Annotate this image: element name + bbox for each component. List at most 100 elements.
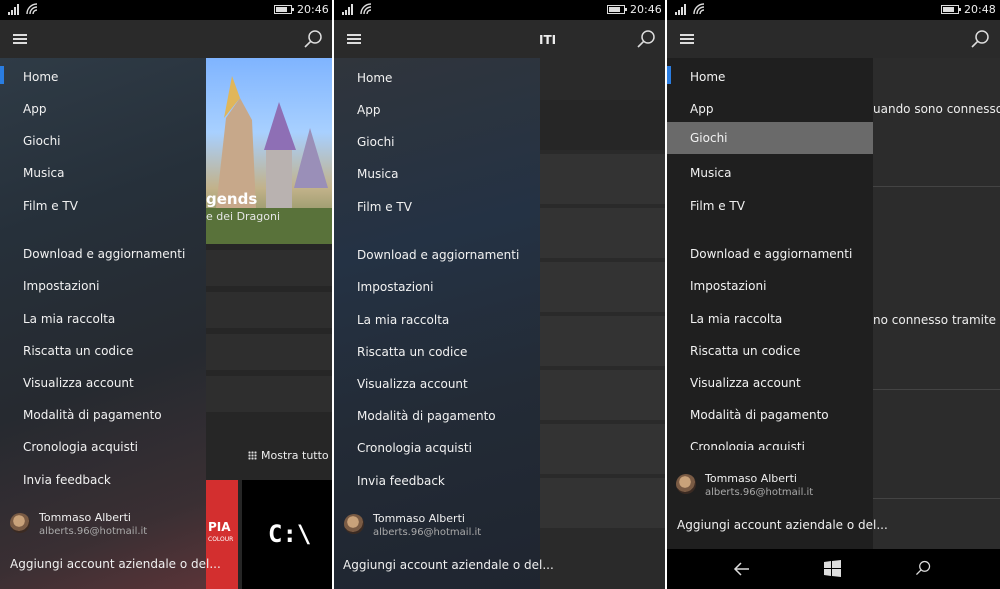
menu-item-downloads[interactable]: Download e aggiornamenti <box>0 239 206 269</box>
app-tile-paint[interactable]: PIA COLOUR <box>206 480 238 589</box>
menu-item-collection[interactable]: La mia raccolta <box>0 304 206 334</box>
content-row[interactable] <box>540 316 665 366</box>
windows-start-icon[interactable] <box>824 560 841 577</box>
top-bar <box>0 20 332 58</box>
divider <box>873 498 1000 499</box>
menu-item-payment[interactable]: Modalità di pagamento <box>667 400 873 430</box>
navigation-pane: Home App Giochi Musica Film e TV Downloa… <box>667 58 888 549</box>
account-email: alberts.96@hotmail.it <box>39 526 148 537</box>
menu-item-musica[interactable]: Musica <box>0 158 206 188</box>
account-name: Tommaso Alberti <box>373 512 465 525</box>
search-icon[interactable] <box>635 28 657 50</box>
content-row[interactable] <box>540 370 665 420</box>
search-icon[interactable] <box>969 28 991 50</box>
hamburger-icon[interactable] <box>13 34 27 44</box>
menu-item-settings[interactable]: Impostazioni <box>0 271 206 301</box>
menu-item-giochi[interactable]: Giochi <box>0 126 206 156</box>
menu-item-history[interactable]: Cronologia acquisti <box>334 433 540 463</box>
content-row[interactable] <box>540 154 665 204</box>
menu-item-app[interactable]: App <box>667 94 873 124</box>
menu-item-app[interactable]: App <box>0 94 206 124</box>
search-icon[interactable] <box>302 28 324 50</box>
wifi-icon <box>26 3 38 15</box>
menu-item-home[interactable]: Home <box>0 62 206 92</box>
menu-item-settings[interactable]: Impostazioni <box>334 272 540 302</box>
menu-item-account[interactable]: Visualizza account <box>0 368 206 398</box>
menu-item-film-tv[interactable]: Film e TV <box>0 191 206 221</box>
hero-title: gends <box>206 190 258 208</box>
menu-item-home[interactable]: Home <box>334 63 540 93</box>
account-name: Tommaso Alberti <box>705 472 797 485</box>
account-info[interactable]: Tommaso Alberti alberts.96@hotmail.it <box>344 512 534 546</box>
content-row[interactable] <box>540 100 665 150</box>
avatar <box>344 514 364 534</box>
status-time: 20:46 <box>630 3 662 16</box>
account-email: alberts.96@hotmail.it <box>705 487 814 498</box>
menu-item-redeem[interactable]: Riscatta un codice <box>667 336 873 366</box>
account-name: Tommaso Alberti <box>39 511 131 524</box>
menu-item-account[interactable]: Visualizza account <box>334 369 540 399</box>
content-row[interactable] <box>540 262 665 312</box>
grid-icon <box>248 451 257 460</box>
content-row[interactable] <box>206 292 332 328</box>
content-row[interactable] <box>206 376 332 412</box>
hamburger-icon[interactable] <box>347 34 361 44</box>
wifi-icon <box>693 3 705 15</box>
menu-item-payment[interactable]: Modalità di pagamento <box>334 401 540 431</box>
menu-item-app[interactable]: App <box>334 95 540 125</box>
add-account-link[interactable]: Aggiungi account aziendale o del... <box>343 558 554 572</box>
menu-item-collection[interactable]: La mia raccolta <box>334 305 540 335</box>
hero-banner[interactable]: gends e dei Dragoni <box>206 58 332 244</box>
content-row[interactable] <box>540 478 665 528</box>
add-account-link[interactable]: Aggiungi account aziendale o del... <box>10 557 221 571</box>
avatar <box>676 474 696 494</box>
content-row[interactable] <box>206 334 332 370</box>
menu-item-settings[interactable]: Impostazioni <box>667 271 873 301</box>
menu-item-film-tv[interactable]: Film e TV <box>334 192 540 222</box>
menu-item-giochi[interactable]: Giochi <box>667 122 873 154</box>
status-bar: 20:46 <box>334 0 665 20</box>
avatar <box>10 513 30 533</box>
account-info[interactable]: Tommaso Alberti alberts.96@hotmail.it <box>676 472 866 506</box>
content-text-line: uando sono connesso <box>873 102 1000 116</box>
menu-item-redeem[interactable]: Riscatta un codice <box>334 337 540 367</box>
divider <box>873 389 1000 390</box>
status-time: 20:46 <box>297 3 329 16</box>
hero-subtitle: e dei Dragoni <box>206 210 281 223</box>
add-account-link[interactable]: Aggiungi account aziendale o del... <box>677 518 888 532</box>
menu-item-downloads[interactable]: Download e aggiornamenti <box>667 239 873 269</box>
content-row[interactable] <box>540 424 665 474</box>
divider <box>873 186 1000 187</box>
menu-item-feedback[interactable]: Invia feedback <box>0 465 206 495</box>
content-area: uando sono connesso no connesso tramite <box>873 58 1000 549</box>
menu-item-feedback[interactable]: Invia feedback <box>334 466 540 496</box>
menu-item-downloads[interactable]: Download e aggiornamenti <box>334 240 540 270</box>
menu-item-musica[interactable]: Musica <box>667 158 873 188</box>
content-row[interactable] <box>206 250 332 286</box>
menu-item-giochi[interactable]: Giochi <box>334 127 540 157</box>
app-tile-cmd[interactable]: C:\ <box>242 480 332 589</box>
search-icon[interactable] <box>914 559 932 577</box>
hamburger-icon[interactable] <box>680 34 694 44</box>
menu-item-home[interactable]: Home <box>667 62 873 92</box>
menu-item-history[interactable]: Cronologia acquisti <box>0 432 206 462</box>
battery-icon <box>941 5 961 14</box>
menu-item-film-tv[interactable]: Film e TV <box>667 191 873 221</box>
content-row[interactable] <box>540 208 665 258</box>
show-all-link[interactable]: Mostra tutto <box>248 449 329 462</box>
menu-item-musica[interactable]: Musica <box>334 159 540 189</box>
signal-icon <box>675 4 687 15</box>
signal-icon <box>342 4 354 15</box>
menu-item-payment[interactable]: Modalità di pagamento <box>0 400 206 430</box>
menu-item-collection[interactable]: La mia raccolta <box>667 304 873 334</box>
battery-icon <box>607 5 627 14</box>
menu-item-redeem[interactable]: Riscatta un codice <box>0 336 206 366</box>
top-bar <box>667 20 1000 58</box>
content-text-line: no connesso tramite <box>873 313 997 327</box>
navigation-pane: Home App Giochi Musica Film e TV Downloa… <box>0 58 221 589</box>
menu-item-history[interactable]: Cronologia acquisti <box>667 432 873 450</box>
account-info[interactable]: Tommaso Alberti alberts.96@hotmail.it <box>10 511 200 545</box>
status-bar: 20:46 <box>0 0 332 20</box>
back-arrow-icon[interactable] <box>733 560 751 578</box>
menu-item-account[interactable]: Visualizza account <box>667 368 873 398</box>
